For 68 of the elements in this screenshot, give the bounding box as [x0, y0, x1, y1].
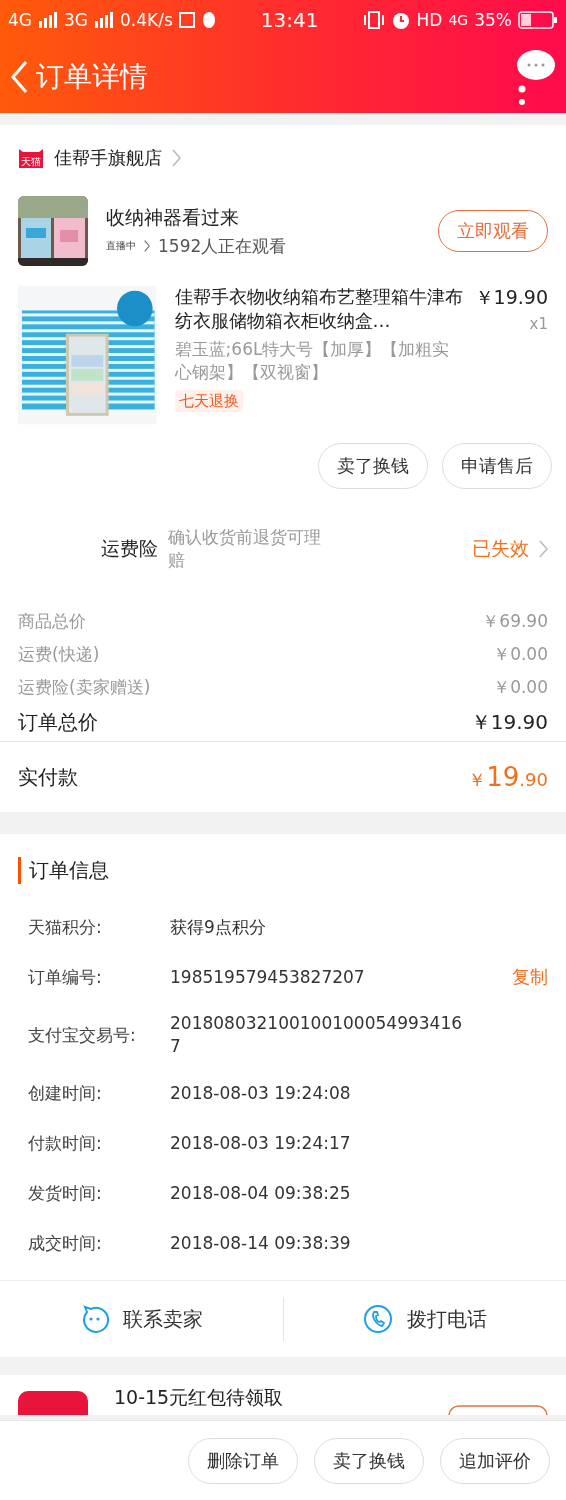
app-icon [178, 12, 195, 28]
chevron-icon [539, 540, 548, 558]
phone-icon [362, 1304, 393, 1334]
chevron-icon [172, 149, 181, 167]
section-title: 订单信息 [18, 856, 109, 884]
clock: 13:41 [260, 8, 319, 32]
order-action-button[interactable]: 卖了换钱 [314, 1437, 424, 1484]
more-icon[interactable] [516, 48, 556, 105]
info-label: 发货时间: [28, 1181, 103, 1205]
info-label: 成交时间: [28, 1231, 103, 1255]
network-label: 4G [8, 10, 32, 30]
penguin-icon [200, 11, 217, 29]
info-value: 2018-08-14 09:38:39 [170, 1231, 352, 1255]
network-label: 4G [448, 12, 469, 28]
paid-amount: ￥19.90 [468, 762, 548, 792]
price-label: 运费险(卖家赠送) [18, 676, 151, 699]
viewer-count: 1592人正在观看 [158, 234, 287, 258]
info-value: 获得9点积分 [170, 915, 267, 939]
signal-icon [94, 12, 114, 28]
battery-icon [518, 11, 558, 29]
quantity: x1 [529, 315, 548, 333]
info-value: 198519579453827207 [170, 965, 366, 989]
order-action-button[interactable]: 追加评价 [440, 1437, 550, 1484]
product-variant: 碧玉蓝;66L特大号【加厚】【加粗实心钢架】【双视窗】 [174, 337, 451, 384]
order-action-button[interactable]: 卖了换钱 [318, 443, 428, 489]
network-speed: 0.4K/s [120, 10, 173, 30]
info-value: 2018080321001001000549934167 [170, 1012, 464, 1058]
info-label: 付款时间: [28, 1131, 103, 1155]
return-policy-tag: 七天退换 [174, 390, 243, 413]
call-button[interactable]: 拨打电话 [283, 1281, 566, 1357]
info-label: 订单编号: [28, 965, 103, 989]
info-label: 支付宝交易号: [28, 1023, 137, 1047]
back-icon[interactable] [10, 59, 28, 94]
battery-percent: 35% [474, 10, 512, 30]
info-value: 2018-08-03 19:24:17 [170, 1131, 352, 1155]
alarm-icon [390, 10, 411, 30]
order-total-label: 订单总价 [18, 709, 98, 736]
info-label: 天猫积分: [28, 915, 103, 939]
vibrate-icon [362, 11, 385, 29]
info-label: 创建时间: [28, 1081, 103, 1105]
product-title[interactable]: 佳帮手衣物收纳箱布艺整理箱牛津布纺衣服储物箱衣柜收纳盒… [174, 285, 465, 334]
price-value: ￥0.00 [493, 676, 548, 699]
info-value: 2018-08-04 09:38:25 [170, 1181, 352, 1205]
promo-text: 10-15元红包待领取 [114, 1385, 284, 1410]
order-action-button[interactable]: 删除订单 [188, 1437, 298, 1484]
store-name[interactable]: 佳帮手旗舰店 [54, 146, 162, 170]
tmall-logo-icon: 天猫 [18, 146, 44, 170]
order-action-button[interactable]: 申请售后 [442, 443, 552, 489]
network-label: 3G [64, 10, 88, 30]
tmall-logo-icon [18, 1391, 88, 1415]
signal-icon [38, 12, 58, 28]
paid-label: 实付款 [18, 763, 78, 791]
order-total-value: ￥19.90 [470, 709, 548, 736]
claim-button[interactable] [448, 1405, 548, 1415]
price-value: ￥0.00 [493, 643, 548, 666]
price-label: 商品总价 [18, 610, 86, 633]
contact-seller-button[interactable]: 联系卖家 [0, 1281, 283, 1357]
live-title: 收纳神器看过来 [106, 204, 240, 230]
info-value: 2018-08-03 19:24:08 [170, 1081, 352, 1105]
live-status: 直播中 [106, 239, 136, 253]
chevron-icon [144, 240, 150, 252]
product-price: ￥19.90 [474, 285, 548, 310]
price-value: ￥69.90 [482, 610, 548, 633]
price-label: 运费(快递) [18, 643, 100, 666]
page-title: 订单详情 [36, 58, 149, 95]
insurance-label: 运费险 [100, 536, 158, 561]
insurance-description: 确认收货前退货可理赔 [168, 526, 322, 572]
hd-label: HD [416, 10, 443, 30]
